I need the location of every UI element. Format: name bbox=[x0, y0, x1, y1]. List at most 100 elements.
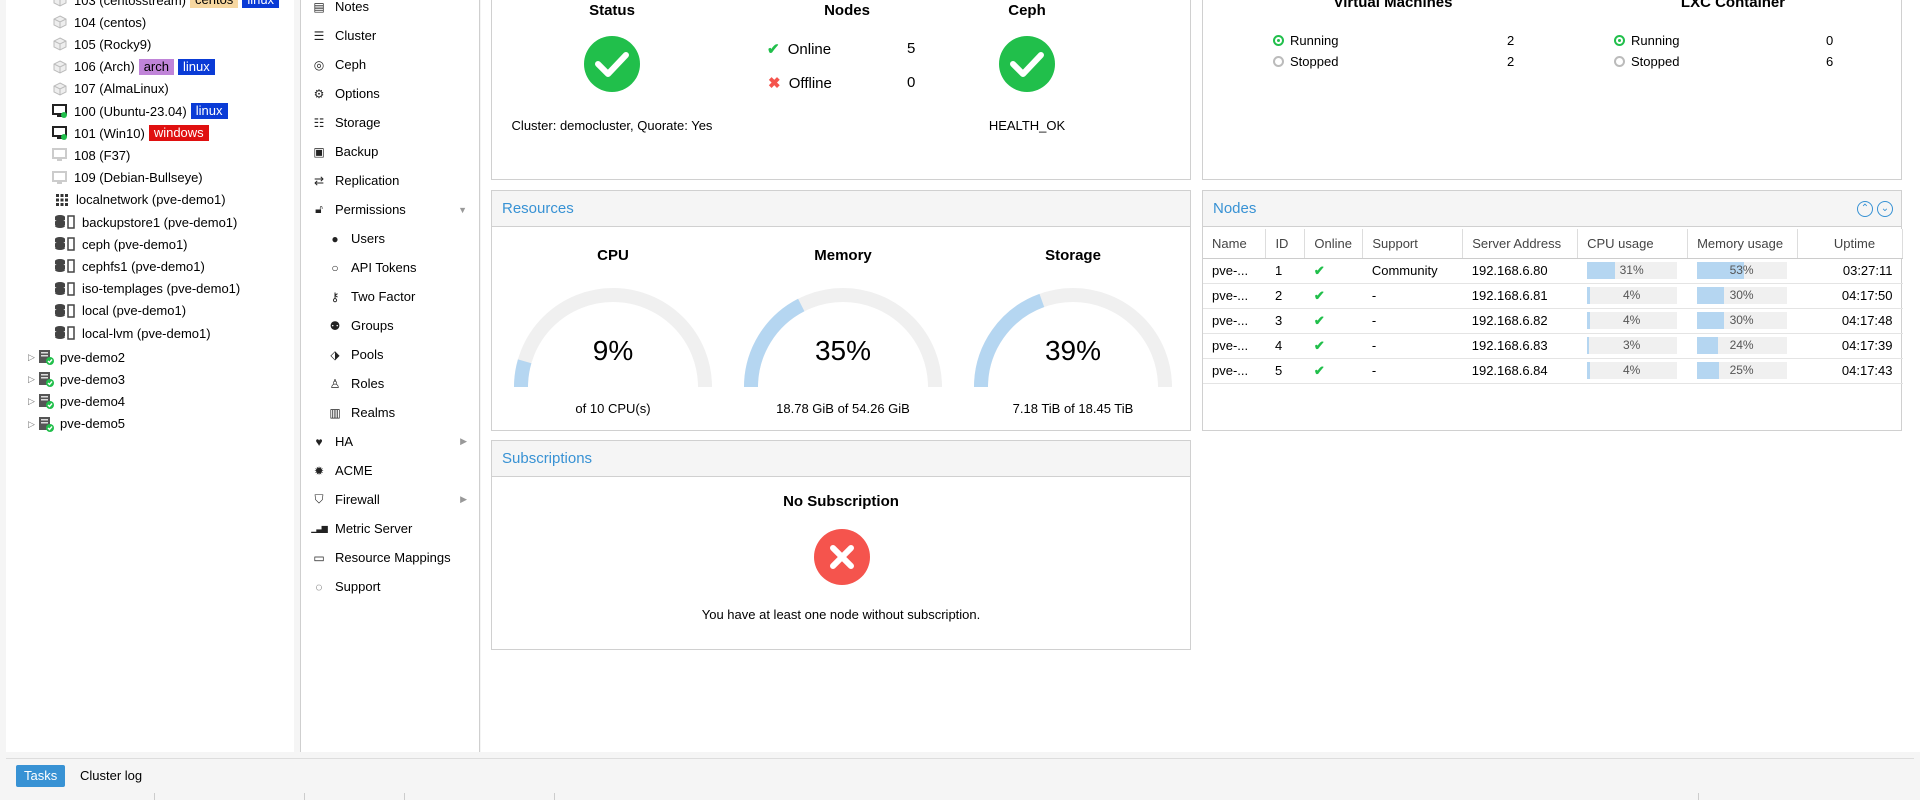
tab-cluster-log[interactable]: Cluster log bbox=[72, 765, 150, 787]
tree-item[interactable]: 109 (Debian-Bullseye) bbox=[52, 167, 203, 189]
table-row[interactable]: pve-... 1 ✔ Community 192.168.6.80 31% 53% 03:2… bbox=[1203, 258, 1903, 284]
table-row[interactable]: pve-... 5 ✔ -192.168.6.84 4% 25% 04:17:43 bbox=[1203, 358, 1903, 384]
nav-item-label: Support bbox=[335, 579, 381, 594]
tree-node-item[interactable]: pve-demo5 bbox=[38, 413, 125, 435]
column-header[interactable]: CPU usage bbox=[1577, 229, 1689, 259]
tree-item-label: localnetwork (pve-demo1) bbox=[76, 192, 226, 208]
usage-bar-label: 30% bbox=[1729, 313, 1754, 327]
table-row[interactable]: pve-... 2 ✔ -192.168.6.81 4% 30% 04:17:50 bbox=[1203, 283, 1903, 309]
tree-item[interactable]: iso-templages (pve-demo1) bbox=[54, 278, 240, 300]
tree-item-label: 106 (Arch) bbox=[74, 59, 135, 75]
column-header[interactable]: Name bbox=[1203, 229, 1267, 259]
nav-item-roles[interactable]: ♙ Roles bbox=[301, 369, 481, 398]
nav-item-users[interactable]: ● Users bbox=[301, 224, 481, 253]
user-outline-icon: ○ bbox=[331, 260, 339, 275]
column-header[interactable]: Server Address bbox=[1462, 229, 1579, 259]
resource-tree[interactable]: 103 (centosstream)centoslinux104 (centos… bbox=[6, 0, 294, 752]
online-check-icon: ✔ bbox=[1313, 362, 1325, 378]
nav-item-replication[interactable]: ⇄ Replication bbox=[301, 166, 481, 195]
table-row[interactable]: pve-... 4 ✔ -192.168.6.83 3% 24% 04:17:39 bbox=[1203, 333, 1903, 359]
node-online-cell: ✔ bbox=[1304, 333, 1363, 359]
nav-item-two-factor[interactable]: ⚷ Two Factor bbox=[301, 282, 481, 311]
network-icon bbox=[54, 193, 70, 207]
vm-running-count: 2 bbox=[1507, 33, 1515, 48]
nav-item-pools[interactable]: ⬗ Pools bbox=[301, 340, 481, 369]
nav-item-realms[interactable]: ▥ Realms bbox=[301, 398, 481, 427]
nav-item-resource-mappings[interactable]: ▭ Resource Mappings bbox=[301, 543, 481, 572]
expand-arrow-icon[interactable]: ▷ bbox=[28, 374, 35, 385]
collapse-icon[interactable]: ⌃ bbox=[1857, 201, 1873, 217]
node-address-cell: 192.168.6.84 bbox=[1462, 358, 1578, 384]
tree-item[interactable]: 108 (F37) bbox=[52, 144, 130, 166]
usage-bar: 24% bbox=[1696, 337, 1787, 354]
tag-badge: arch bbox=[138, 58, 174, 75]
tree-item[interactable]: 101 (Win10) windows bbox=[52, 122, 209, 144]
nav-item-firewall[interactable]: ⛉ Firewall ▶ bbox=[301, 485, 481, 514]
node-uptime-cell: 04:17:50 bbox=[1797, 283, 1903, 309]
storage-icon bbox=[54, 281, 76, 296]
database-icon: ☷ bbox=[313, 115, 325, 130]
nav-item-label: Backup bbox=[335, 144, 379, 159]
tree-node-item[interactable]: pve-demo3 bbox=[38, 368, 125, 390]
nav-item-notes[interactable]: ▤ Notes bbox=[301, 0, 481, 21]
subscription-message: You have at least one node without subsc… bbox=[701, 607, 981, 622]
tree-item[interactable]: backupstore1 (pve-demo1) bbox=[54, 211, 237, 233]
tree-item[interactable]: 105 (Rocky9) bbox=[52, 33, 151, 55]
nav-item-ha[interactable]: ♥ HA ▶ bbox=[301, 427, 481, 456]
node-online-cell: ✔ bbox=[1304, 308, 1363, 334]
tree-item[interactable]: 104 (centos) bbox=[52, 11, 146, 33]
column-header[interactable]: ID bbox=[1265, 229, 1306, 259]
container-icon bbox=[52, 82, 68, 96]
tree-item[interactable]: 103 (centosstream) centoslinux bbox=[52, 0, 280, 11]
tree-node-item[interactable]: pve-demo2 bbox=[38, 346, 125, 368]
chevron-right-icon[interactable]: ▶ bbox=[460, 436, 467, 447]
nav-item-permissions[interactable]: 🔓︎ Permissions ▼ bbox=[301, 195, 481, 224]
expand-arrow-icon[interactable]: ▷ bbox=[28, 396, 35, 407]
column-header[interactable]: Support bbox=[1362, 229, 1464, 259]
vm-running-icon bbox=[52, 104, 68, 118]
gauge-title: Memory bbox=[814, 247, 872, 264]
nav-item-options[interactable]: ⚙ Options bbox=[301, 79, 481, 108]
online-check-icon: ✔ bbox=[1313, 262, 1325, 278]
lxc-stopped-label: Stopped bbox=[1631, 54, 1680, 69]
tree-item[interactable]: 100 (Ubuntu-23.04) linux bbox=[52, 100, 228, 122]
nav-item-api-tokens[interactable]: ○ API Tokens bbox=[301, 253, 481, 282]
nav-item-label: Firewall bbox=[335, 492, 380, 507]
usage-bar-label: 53% bbox=[1729, 263, 1754, 277]
nav-item-metric-server[interactable]: ▁▃▆ Metric Server bbox=[301, 514, 481, 543]
tree-item[interactable]: cephfs1 (pve-demo1) bbox=[54, 255, 205, 277]
column-header[interactable]: Online bbox=[1304, 229, 1364, 259]
nav-item-support[interactable]: ◌ Support bbox=[301, 572, 481, 601]
nav-item-groups[interactable]: ⚉ Groups bbox=[301, 311, 481, 340]
memory-usage-cell: 53% bbox=[1687, 258, 1798, 284]
tree-item[interactable]: ceph (pve-demo1) bbox=[54, 233, 188, 255]
column-header[interactable]: Memory usage bbox=[1687, 229, 1799, 259]
nav-item-ceph[interactable]: ◎ Ceph bbox=[301, 50, 481, 79]
tree-node-label: pve-demo4 bbox=[60, 393, 126, 409]
tree-item[interactable]: local (pve-demo1) bbox=[54, 300, 186, 322]
ceph-ok-icon bbox=[999, 36, 1055, 92]
expand-icon[interactable]: ⌄ bbox=[1877, 201, 1893, 217]
lxc-title: LXC Container bbox=[1680, 0, 1786, 11]
nav-item-backup[interactable]: ▣ Backup bbox=[301, 137, 481, 166]
expand-arrow-icon[interactable]: ▷ bbox=[28, 419, 35, 430]
nav-item-cluster[interactable]: ☰ Cluster bbox=[301, 21, 481, 50]
nav-item-label: Permissions bbox=[335, 202, 406, 217]
tree-item[interactable]: 106 (Arch) arch linux bbox=[52, 56, 215, 78]
column-header[interactable]: Uptime bbox=[1797, 229, 1903, 259]
table-row[interactable]: pve-... 3 ✔ -192.168.6.82 4% 30% 04:17:48 bbox=[1203, 308, 1903, 334]
tree-item[interactable]: local-lvm (pve-demo1) bbox=[54, 322, 211, 344]
tree-item[interactable]: localnetwork (pve-demo1) bbox=[54, 189, 226, 211]
nav-item-acme[interactable]: ✹ ACME bbox=[301, 456, 481, 485]
tree-item[interactable]: 107 (AlmaLinux) bbox=[52, 78, 169, 100]
users-icon: ⚉ bbox=[329, 318, 341, 333]
nav-item-label: API Tokens bbox=[351, 260, 417, 275]
datacenter-summary: Status Cluster: democluster, Quorate: Ye… bbox=[481, 0, 1920, 752]
chevron-down-icon[interactable]: ▼ bbox=[458, 205, 467, 215]
online-check-icon: ✔ bbox=[767, 41, 780, 58]
tree-node-item[interactable]: pve-demo4 bbox=[38, 390, 125, 412]
nav-item-storage[interactable]: ☷ Storage bbox=[301, 108, 481, 137]
chevron-right-icon[interactable]: ▶ bbox=[460, 494, 467, 505]
tab-tasks[interactable]: Tasks bbox=[16, 765, 66, 787]
expand-arrow-icon[interactable]: ▷ bbox=[28, 352, 35, 363]
